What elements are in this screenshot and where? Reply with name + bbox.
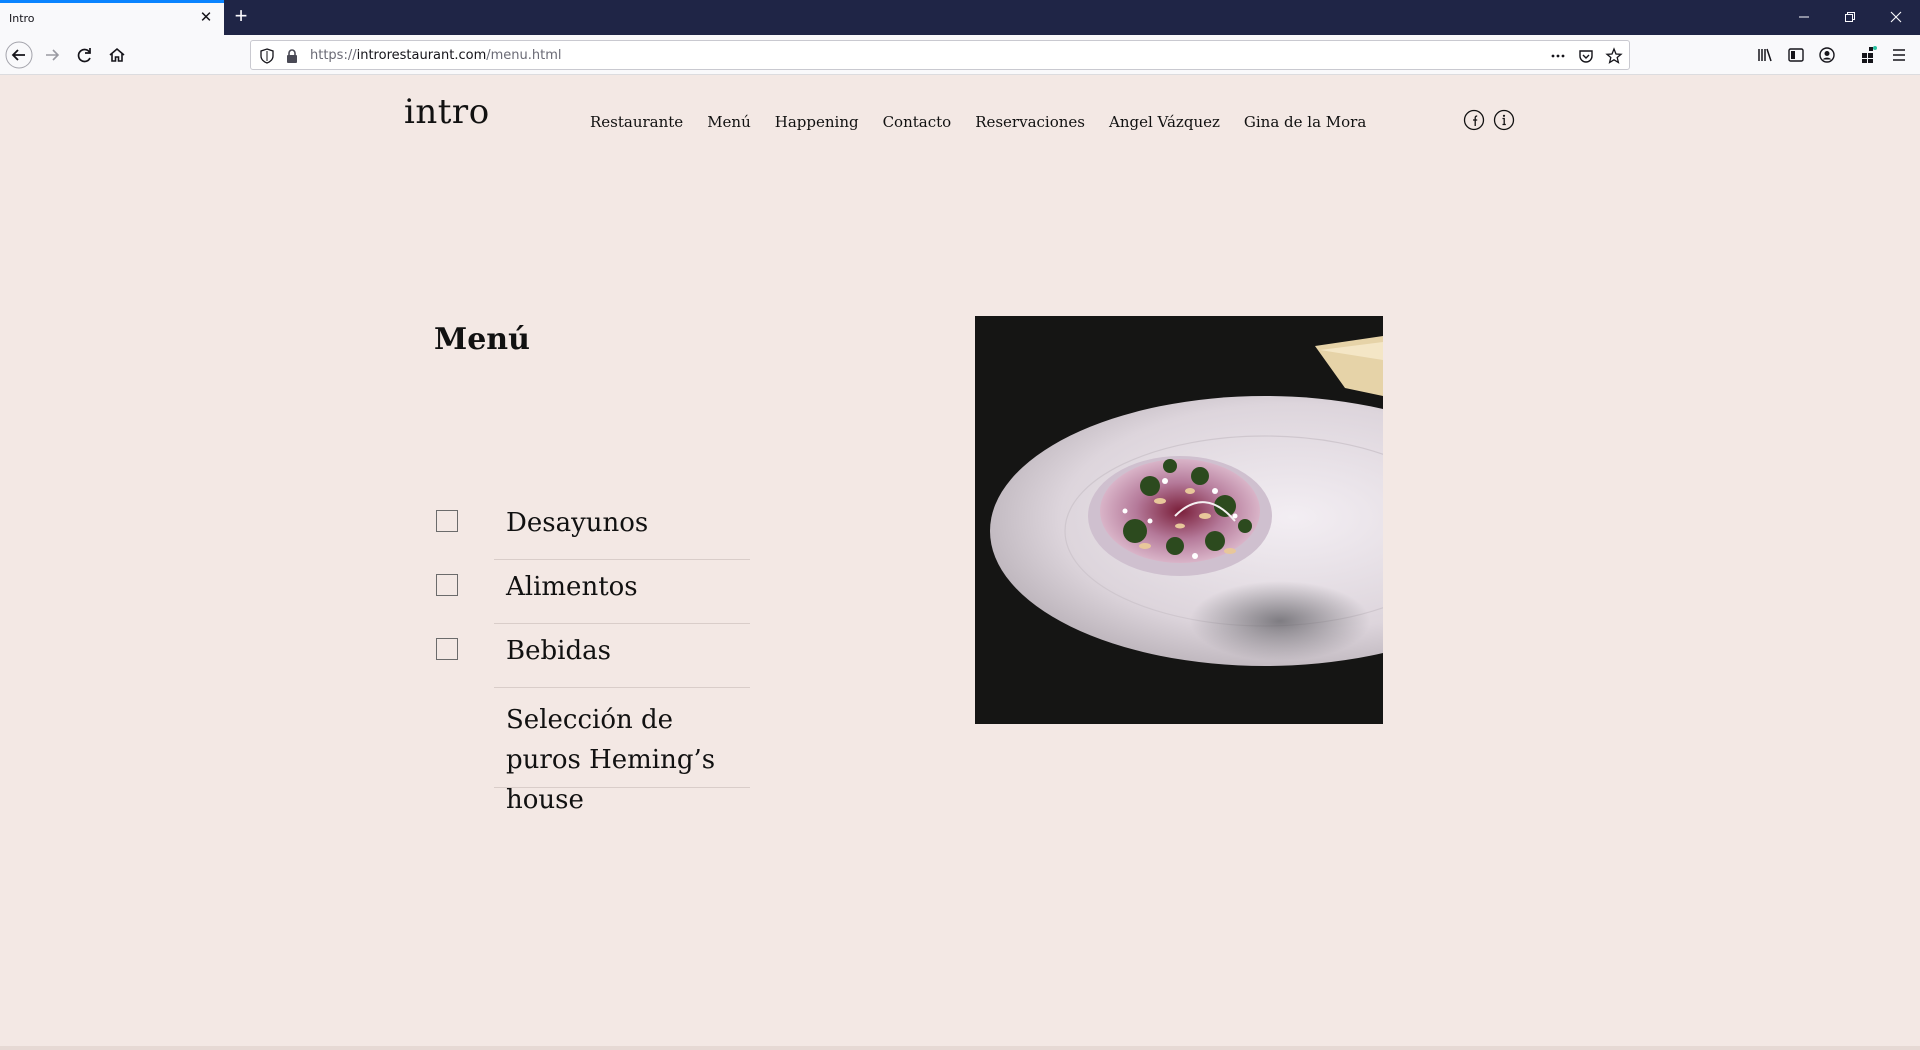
nav-link-reservaciones[interactable]: Reservaciones	[975, 113, 1085, 131]
account-icon[interactable]	[1813, 41, 1841, 69]
nav-link-angel-vazquez[interactable]: Angel Vázquez	[1109, 113, 1220, 131]
minimize-icon[interactable]	[1784, 4, 1824, 30]
tab-title: Intro	[9, 12, 35, 25]
menu-item-alimentos[interactable]: Alimentos	[434, 560, 754, 624]
menu-item-label[interactable]: Alimentos	[506, 572, 638, 602]
menu-item-puros[interactable]: Selección de puros Heming’s house	[434, 688, 754, 815]
url-host: introrestaurant.com	[356, 48, 487, 63]
browser-tab[interactable]: Intro ✕	[0, 0, 224, 35]
page: intro Restaurante Menú Happening Contact…	[0, 76, 1920, 1050]
page-footer-edge	[0, 1046, 1920, 1050]
url-text: https://introrestaurant.com/menu.html	[310, 48, 562, 63]
menu-item-label[interactable]: Bebidas	[506, 636, 611, 666]
nav-link-contacto[interactable]: Contacto	[883, 113, 952, 131]
url-prefix: https://	[310, 48, 357, 63]
menu-hamburger-icon[interactable]	[1885, 41, 1913, 69]
extensions-icon[interactable]	[1854, 41, 1882, 69]
browser-tab-strip: Intro ✕ +	[0, 0, 1920, 35]
back-icon[interactable]	[5, 41, 33, 69]
sidebar-icon[interactable]	[1782, 41, 1810, 69]
menu-item-desayunos[interactable]: Desayunos	[434, 496, 754, 560]
pocket-icon[interactable]	[1577, 47, 1595, 65]
nav-link-restaurante[interactable]: Restaurante	[590, 113, 683, 131]
main-nav: Restaurante Menú Happening Contacto Rese…	[590, 113, 1390, 131]
page-actions-icon[interactable]	[1549, 47, 1567, 65]
nav-link-menu[interactable]: Menú	[707, 113, 751, 131]
home-icon[interactable]	[103, 41, 131, 69]
divider	[494, 787, 750, 788]
window-close-icon[interactable]	[1876, 4, 1916, 30]
page-title: Menú	[434, 322, 530, 357]
browser-toolbar: https://introrestaurant.com/menu.html	[0, 35, 1920, 75]
tab-close-icon[interactable]: ✕	[198, 10, 214, 26]
bookmark-star-icon[interactable]	[1605, 47, 1623, 65]
new-tab-icon[interactable]: +	[230, 5, 252, 28]
nav-link-gina-de-la-mora[interactable]: Gina de la Mora	[1244, 113, 1366, 131]
checkbox[interactable]	[436, 510, 458, 532]
menu-item-label[interactable]: Selección de puros Heming’s house	[506, 700, 756, 820]
address-bar[interactable]: https://introrestaurant.com/menu.html	[250, 40, 1630, 70]
checkbox[interactable]	[436, 574, 458, 596]
restore-icon[interactable]	[1830, 4, 1870, 30]
lock-icon[interactable]	[283, 47, 301, 65]
facebook-icon[interactable]	[1463, 109, 1485, 131]
menu-item-label[interactable]: Desayunos	[506, 508, 648, 538]
reload-icon[interactable]	[71, 41, 99, 69]
shield-icon[interactable]	[258, 47, 276, 65]
menu-item-bebidas[interactable]: Bebidas	[434, 624, 754, 688]
menu-category-list: Desayunos Alimentos Bebidas Selección de…	[434, 496, 754, 815]
dish-photo	[975, 316, 1383, 724]
info-icon[interactable]	[1493, 109, 1515, 131]
checkbox[interactable]	[436, 638, 458, 660]
url-path: /menu.html	[486, 48, 562, 63]
nav-link-happening[interactable]: Happening	[775, 113, 859, 131]
site-logo[interactable]: intro	[404, 92, 490, 132]
forward-icon[interactable]	[38, 41, 66, 69]
library-icon[interactable]	[1751, 41, 1779, 69]
